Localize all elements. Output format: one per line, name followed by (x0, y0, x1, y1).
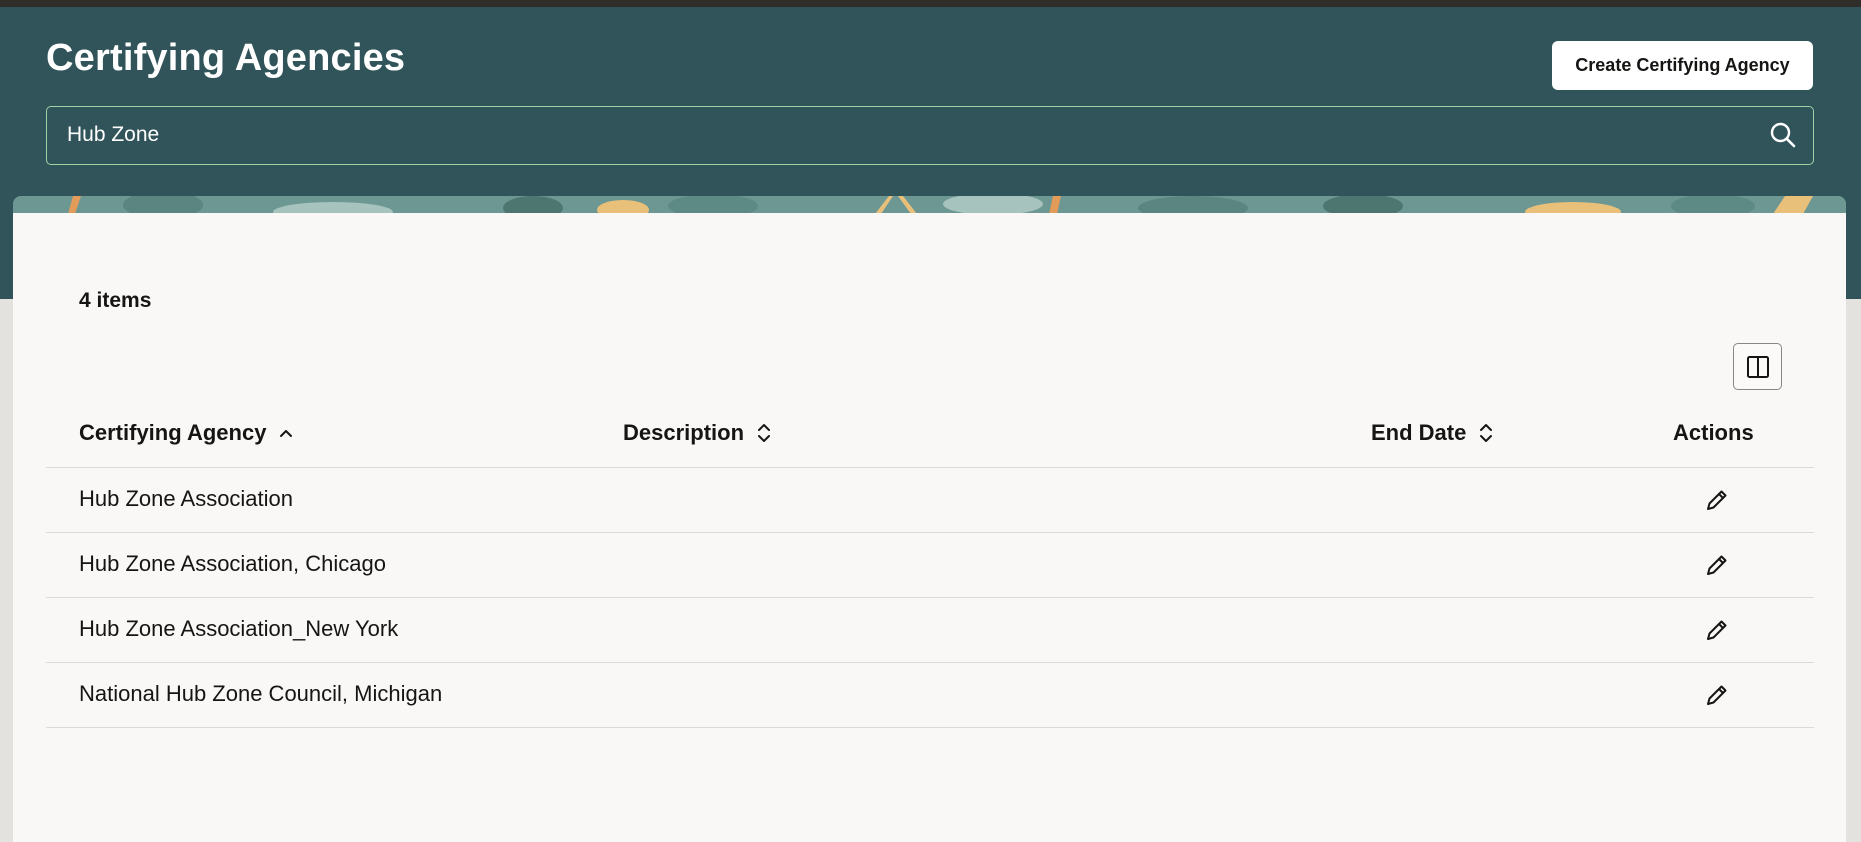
table-row[interactable]: Hub Zone Association (46, 468, 1814, 533)
sort-updown-icon (1480, 424, 1493, 442)
column-header-end-date[interactable]: End Date (1371, 420, 1494, 446)
search-field[interactable] (46, 106, 1814, 165)
agencies-table: Certifying Agency Description End Date A… (46, 398, 1814, 728)
background-pattern-right (1846, 299, 1861, 842)
column-manager-button[interactable] (1733, 343, 1782, 390)
column-header-actions: Actions (1673, 420, 1754, 446)
table-row[interactable]: National Hub Zone Council, Michigan (46, 663, 1814, 728)
page-title: Certifying Agencies (46, 37, 406, 79)
sort-updown-icon (758, 424, 771, 442)
search-icon[interactable] (1769, 121, 1797, 149)
table-header: Certifying Agency Description End Date A… (46, 398, 1814, 468)
search-input[interactable] (67, 107, 1747, 163)
pencil-icon[interactable] (1703, 616, 1731, 644)
column-header-label: Certifying Agency (79, 420, 267, 445)
results-card: 4 items Certifying Agency Description En… (13, 213, 1846, 842)
background-pattern-left (0, 299, 13, 842)
table-row[interactable]: Hub Zone Association, Chicago (46, 533, 1814, 598)
pencil-icon[interactable] (1703, 551, 1731, 579)
create-certifying-agency-button[interactable]: Create Certifying Agency (1552, 41, 1813, 90)
items-count: 4 items (79, 289, 152, 312)
column-header-description[interactable]: Description (623, 420, 772, 446)
agency-name-cell: Hub Zone Association_New York (79, 616, 399, 641)
top-bar (0, 0, 1861, 7)
table-row[interactable]: Hub Zone Association_New York (46, 598, 1814, 663)
pencil-icon[interactable] (1703, 681, 1731, 709)
decorative-banner (13, 196, 1846, 214)
chevron-up-icon (280, 430, 293, 437)
agency-name-cell: National Hub Zone Council, Michigan (79, 681, 443, 706)
column-header-certifying-agency[interactable]: Certifying Agency (79, 420, 294, 446)
agency-name-cell: Hub Zone Association (79, 486, 294, 511)
column-header-label: Actions (1673, 420, 1754, 445)
columns-icon (1747, 356, 1769, 378)
agency-name-cell: Hub Zone Association, Chicago (79, 551, 386, 576)
column-header-label: End Date (1371, 420, 1467, 445)
column-header-label: Description (623, 420, 745, 445)
pencil-icon[interactable] (1703, 486, 1731, 514)
